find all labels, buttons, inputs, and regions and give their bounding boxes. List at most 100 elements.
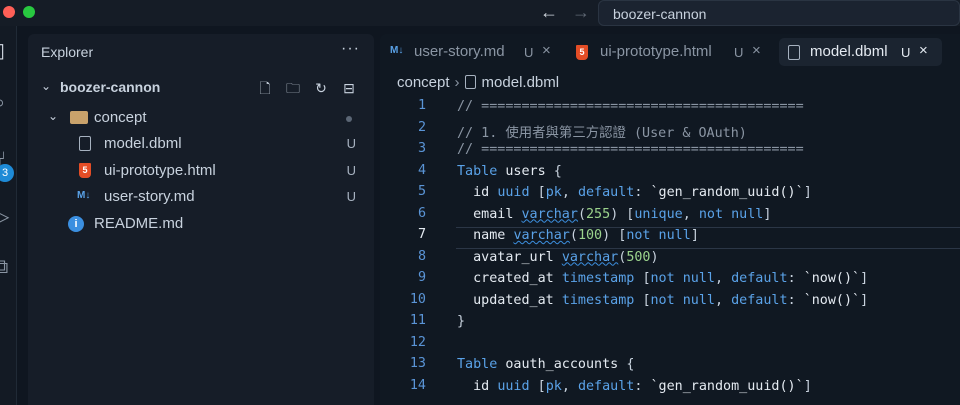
folder-open-icon xyxy=(70,111,88,124)
code-token: `gen_random_uuid()` xyxy=(650,185,804,200)
more-actions-icon[interactable]: ··· xyxy=(341,40,360,58)
code-token: `gen_random_uuid()` xyxy=(650,378,804,394)
code-token: , xyxy=(715,271,732,286)
file-model-dbml[interactable]: model.dbml U xyxy=(28,131,374,157)
code-token: varchar xyxy=(521,206,578,222)
code-token: `now()` xyxy=(803,271,861,286)
line-number: 8 xyxy=(417,248,426,264)
explorer-actions: 🗋 🗀 ↻ ⊟ xyxy=(256,79,358,97)
code-token: , xyxy=(715,292,732,308)
tab-model-dbml[interactable]: model.dbml U × xyxy=(779,38,942,66)
file-user-story-md[interactable]: M↓ user-story.md U xyxy=(28,184,374,210)
code-token: email xyxy=(457,206,522,222)
code-line[interactable]: 10 updated_at timestamp [not null, defau… xyxy=(380,292,960,314)
line-number: 11 xyxy=(409,313,426,328)
code-token: default xyxy=(731,271,788,286)
code-token: ] xyxy=(860,292,869,308)
close-icon[interactable]: × xyxy=(919,42,928,59)
code-line[interactable]: 14 id uuid [pk, default: `gen_random_uui… xyxy=(380,378,960,400)
code-line[interactable]: 7 name varchar(100) [not null] xyxy=(380,227,960,249)
command-center[interactable]: boozer-cannon xyxy=(598,0,960,26)
code-token: ( xyxy=(569,228,578,243)
file-label: README.md xyxy=(94,215,184,232)
folder-concept[interactable]: ⌄ concept xyxy=(28,105,374,131)
code-line[interactable]: 2 // 1. 使用者與第三方認證 (User & OAuth) xyxy=(380,120,960,142)
code-text: // =====================================… xyxy=(457,99,804,114)
editor-area: M↓ user-story.md U × 5 ui-prototype.html… xyxy=(380,34,960,405)
refresh-icon[interactable]: ↻ xyxy=(312,79,330,97)
code-token: , xyxy=(682,206,699,222)
html5-icon: 5 xyxy=(576,45,588,60)
zoom-window-button[interactable] xyxy=(23,6,35,18)
close-icon[interactable]: × xyxy=(752,42,761,59)
code-line[interactable]: 6 email varchar(255) [unique, not null] xyxy=(380,206,960,228)
arrow-left-icon[interactable]: ← xyxy=(540,2,558,23)
code-token: not null xyxy=(650,292,716,308)
code-text: name varchar(100) [not null] xyxy=(457,228,699,243)
code-token: // =====================================… xyxy=(457,99,804,114)
arrow-right-icon[interactable]: → xyxy=(572,2,590,23)
code-token: varchar xyxy=(513,228,570,243)
tab-status: U xyxy=(734,45,744,60)
new-folder-icon[interactable]: 🗀 xyxy=(284,79,302,97)
code-line[interactable]: 12 xyxy=(380,335,960,357)
chevron-right-icon: › xyxy=(454,74,460,91)
breadcrumb-file[interactable]: model.dbml xyxy=(482,74,560,91)
file-label: ui-prototype.html xyxy=(104,162,216,179)
search-icon[interactable]: ⌕ xyxy=(0,92,5,115)
code-line[interactable]: 3 // ====================================… xyxy=(380,141,960,163)
code-token: `now()` xyxy=(803,292,861,308)
collapse-all-icon[interactable]: ⊟ xyxy=(340,79,358,97)
code-token: timestamp xyxy=(561,271,643,286)
code-line[interactable]: 11} xyxy=(380,313,960,335)
line-number: 5 xyxy=(417,184,426,199)
code-token: [ xyxy=(537,378,546,394)
new-file-icon[interactable]: 🗋 xyxy=(256,79,274,97)
tab-status: U xyxy=(524,45,534,60)
code-text: // 1. 使用者與第三方認證 (User & OAuth) xyxy=(457,121,747,141)
code-token: : xyxy=(787,271,804,286)
line-number: 12 xyxy=(409,334,426,350)
close-icon[interactable]: × xyxy=(542,42,551,59)
code-line[interactable]: 8 avatar_url varchar(500) xyxy=(380,249,960,271)
code-token: not null xyxy=(698,206,764,222)
code-text: } xyxy=(457,314,465,329)
code-line[interactable]: 13 Table oauth_accounts { xyxy=(380,356,960,378)
code-token: ) [ xyxy=(602,228,627,243)
extensions-icon[interactable]: ⧉ xyxy=(0,256,8,279)
code-line[interactable]: 5 id uuid [pk, default: `gen_random_uuid… xyxy=(380,184,960,206)
code-token: // 1. 使用者與第三方認證 (User & OAuth) xyxy=(457,125,747,141)
code-token: id xyxy=(457,378,498,394)
editor-tabs: M↓ user-story.md U × 5 ui-prototype.html… xyxy=(380,34,960,70)
code-line[interactable]: 1 // ====================================… xyxy=(380,98,960,120)
code-text: id uuid [pk, default: `gen_random_uuid()… xyxy=(457,379,812,394)
chevron-down-icon: ⌄ xyxy=(48,109,59,123)
run-debug-icon[interactable]: ▷ xyxy=(0,204,9,229)
code-line[interactable]: 4 Table users { xyxy=(380,163,960,185)
breadcrumb-folder[interactable]: concept xyxy=(397,74,450,91)
close-window-button[interactable] xyxy=(3,6,15,18)
code-text: Table oauth_accounts { xyxy=(457,357,634,372)
project-root[interactable]: ⌄ boozer-cannon 🗋 🗀 ↻ ⊟ xyxy=(28,75,374,101)
file-ui-prototype-html[interactable]: 5 ui-prototype.html U xyxy=(28,158,374,184)
tab-label: ui-prototype.html xyxy=(600,43,712,60)
code-token: , xyxy=(561,185,578,200)
title-bar: ← → boozer-cannon xyxy=(0,0,960,26)
explorer-sidebar: Explorer ··· ⌄ boozer-cannon 🗋 🗀 ↻ ⊟ ⌄ c… xyxy=(28,34,374,405)
code-token: 100 xyxy=(577,228,603,243)
code-token: ] xyxy=(763,206,772,222)
code-token: pk xyxy=(545,378,562,394)
code-token: : xyxy=(634,378,651,394)
code-token: // =====================================… xyxy=(457,142,804,157)
modified-dot-icon xyxy=(346,116,352,122)
code-token: default xyxy=(577,378,635,394)
code-token: , xyxy=(561,378,578,394)
line-number: 9 xyxy=(417,270,426,285)
code-token: uuid xyxy=(497,378,538,394)
code-token: not null xyxy=(626,228,691,243)
file-readme-md[interactable]: i README.md xyxy=(28,211,374,237)
files-icon[interactable]: ▯ xyxy=(0,38,5,63)
tab-ui-prototype-html[interactable]: 5 ui-prototype.html U × xyxy=(570,38,776,66)
tab-user-story-md[interactable]: M↓ user-story.md U × xyxy=(384,38,562,66)
code-line[interactable]: 9 created_at timestamp [not null, defaul… xyxy=(380,270,960,292)
